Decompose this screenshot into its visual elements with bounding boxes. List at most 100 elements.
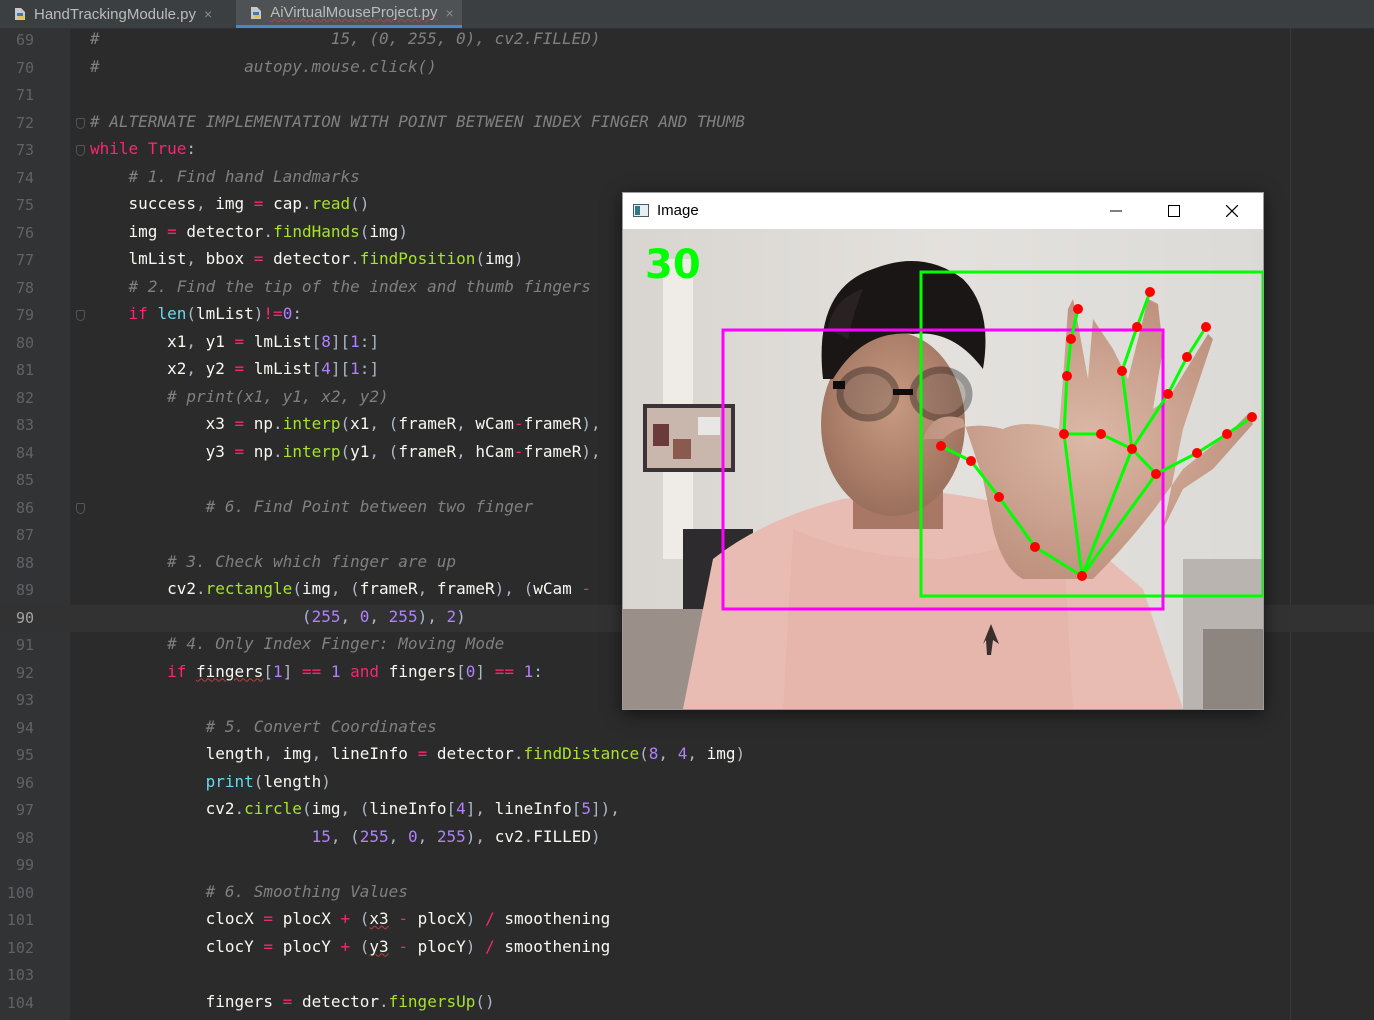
line-number: 77 [15,251,34,269]
line-number: 70 [15,58,34,77]
line-number: 103 [6,966,34,984]
code-line[interactable]: 73 while True: [0,137,1374,165]
tab-aivirtualmouseproject[interactable]: AiVirtualMouseProject.py × [236,0,462,28]
line-number: 85 [15,471,34,489]
code-text: # 2. Find the tip of the index and thumb… [90,276,591,296]
code-line[interactable]: 100 # 6. Smoothing Values [0,880,1374,908]
code-line[interactable]: 70 # autopy.mouse.click() [0,55,1374,83]
code-line[interactable]: 97 cv2.circle(img, (lineInfo[4], lineInf… [0,797,1374,825]
fold-marker-icon[interactable] [76,117,85,129]
code-text: (255, 0, 255), 2) [301,606,466,626]
line-number: 75 [15,196,34,214]
fps-counter: 30 [645,242,701,288]
line-number: 71 [15,86,34,104]
code-line[interactable]: 104 fingers = detector.fingersUp() [0,990,1374,1018]
window-app-icon [633,204,649,217]
line-number: 93 [15,691,34,709]
line-number: 83 [15,416,34,434]
code-text: # ALTERNATE IMPLEMENTATION WITH POINT BE… [90,111,746,131]
line-number: 76 [15,223,34,242]
code-line[interactable]: 103 [0,962,1374,990]
code-line[interactable]: 71 [0,82,1374,110]
code-line[interactable]: 69 # 15, (0, 255, 0), cv2.FILLED) [0,28,1374,55]
line-number: 97 [15,801,34,819]
line-number: 86 [15,498,34,517]
line-number: 84 [15,443,34,462]
code-text: fingers = detector.fingersUp() [205,991,495,1011]
maximize-button[interactable] [1145,193,1203,229]
code-line[interactable]: 101 clocX = plocX + (x3 - plocX) / smoot… [0,907,1374,935]
code-text: x1, y1 = lmList[8][1:] [167,331,380,351]
code-text: lmList, bbox = detector.findPosition(img… [128,249,524,268]
line-number: 78 [15,278,34,297]
tab-handtrackingmodule[interactable]: HandTrackingModule.py × [0,0,220,28]
close-icon [1226,205,1238,217]
webcam-frame: 30 [623,229,1263,709]
code-text: print(length) [205,771,331,791]
close-window-button[interactable] [1203,193,1261,229]
tab-label: AiVirtualMouseProject.py [270,4,438,21]
line-number: 81 [15,361,34,379]
maximize-icon [1168,205,1180,217]
code-line[interactable]: 72 # ALTERNATE IMPLEMENTATION WITH POINT … [0,110,1374,138]
code-text: # autopy.mouse.click() [90,56,437,76]
code-line[interactable]: 94 # 5. Convert Coordinates [0,715,1374,743]
line-number: 89 [15,581,34,599]
line-number: 96 [15,773,34,792]
line-number: 94 [15,718,34,737]
code-text: 15, (255, 0, 255), cv2.FILLED) [311,826,601,846]
code-line[interactable]: 102 clocY = plocY + (y3 - plocY) / smoot… [0,935,1374,963]
code-text: if len(lmList)!=0: [128,304,302,323]
code-text: # 5. Convert Coordinates [90,716,437,736]
code-line[interactable]: 98 15, (255, 0, 255), cv2.FILLED) [0,825,1374,853]
line-number: 91 [15,636,34,654]
python-file-icon [248,5,264,21]
close-icon[interactable]: × [204,6,212,22]
line-number: 90 [15,608,34,627]
code-text: # 6. Find Point between two finger [90,496,534,516]
minimize-button[interactable] [1087,193,1145,229]
image-window[interactable]: Image 30 [622,192,1264,710]
line-number: 73 [15,141,34,159]
editor-tab-bar: HandTrackingModule.py × AiVirtualMousePr… [0,0,1374,29]
code-line[interactable]: 95 length, img, lineInfo = detector.find… [0,742,1374,770]
line-number: 102 [6,938,34,957]
line-number: 87 [15,526,34,544]
tab-label: HandTrackingModule.py [34,5,197,23]
code-text: # 15, (0, 255, 0), cv2.FILLED) [90,29,601,48]
line-number: 92 [15,663,34,682]
code-text: # 3. Check which finger are up [90,551,457,571]
code-text: cv2.circle(img, (lineInfo[4], lineInfo[5… [205,799,620,818]
code-line[interactable]: 96 print(length) [0,770,1374,798]
close-icon[interactable]: × [446,5,454,21]
line-number: 101 [6,911,34,929]
code-text: # 6. Smoothing Values [90,881,408,901]
code-text: y3 = np.interp(y1, (frameR, hCam-frameR)… [205,441,601,461]
fold-marker-icon[interactable] [76,310,85,321]
line-number: 99 [15,856,34,874]
code-line[interactable]: 99 [0,852,1374,880]
code-text: img = detector.findHands(img) [128,221,408,241]
minimize-icon [1110,210,1122,212]
window-titlebar[interactable]: Image [623,193,1263,229]
code-text: x3 = np.interp(x1, (frameR, wCam-frameR)… [205,414,601,433]
line-number: 79 [15,306,34,324]
fold-marker-icon[interactable] [76,145,85,156]
line-number: 104 [6,993,34,1012]
python-file-icon [12,6,28,22]
webcam-feed: 30 [623,229,1263,709]
code-text: length, img, lineInfo = detector.findDis… [205,744,746,763]
code-text: # print(x1, y1, x2, y2) [90,386,389,406]
code-text: x2, y2 = lmList[4][1:] [167,359,380,378]
line-number: 88 [15,553,34,572]
code-line[interactable]: 74 # 1. Find hand Landmarks [0,165,1374,193]
line-number: 69 [15,31,34,49]
line-number: 72 [15,113,34,132]
line-number: 100 [6,883,34,902]
code-text: success, img = cap.read() [128,194,370,213]
window-title: Image [657,202,699,219]
line-number: 98 [15,828,34,847]
code-text: while True: [90,139,196,158]
fold-marker-icon[interactable] [76,502,85,514]
line-number: 82 [15,388,34,407]
